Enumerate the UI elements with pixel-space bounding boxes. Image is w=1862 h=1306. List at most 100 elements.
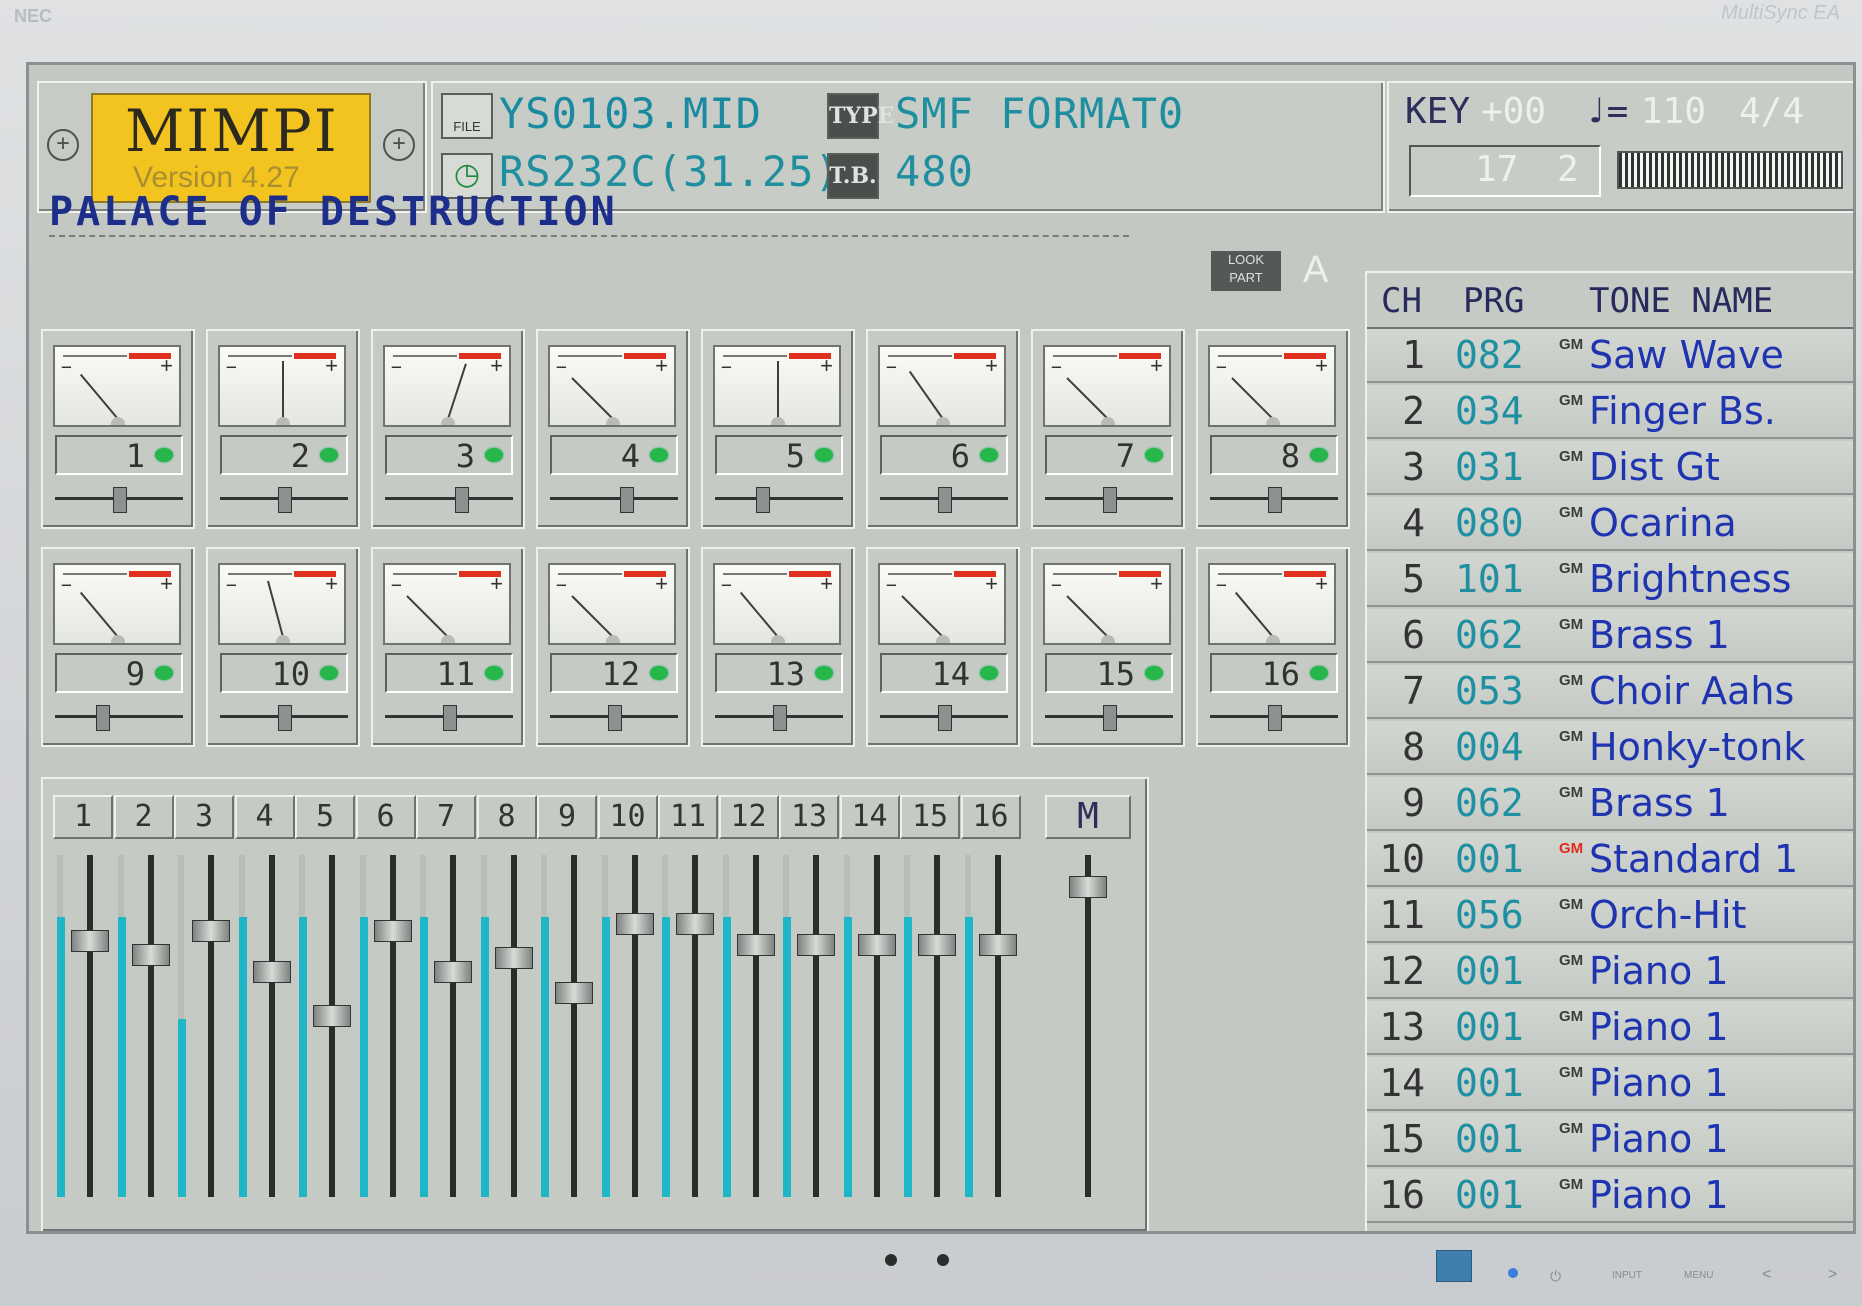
look-part-button[interactable]: LOOK PART [1211,251,1281,291]
channel-fader[interactable]: 4 [234,795,295,1215]
fader-knob[interactable] [192,920,230,942]
fader-knob[interactable] [252,961,291,983]
part-meter[interactable]: − +4 [536,329,690,529]
master-fader-knob[interactable] [1069,876,1107,898]
part-meter[interactable]: − +8 [1196,329,1350,529]
part-meter[interactable]: − +15 [1031,547,1185,747]
part-meter[interactable]: − +3 [371,329,525,529]
pan-slider[interactable] [715,485,843,513]
pan-knob[interactable] [756,487,770,513]
fader-knob[interactable] [857,934,896,956]
channel-fader[interactable]: 7 [416,795,476,1215]
fader-knob[interactable] [373,920,412,942]
pan-slider[interactable] [220,485,348,513]
pan-knob[interactable] [1103,705,1117,731]
channel-fader[interactable]: 16 [960,795,1021,1215]
pan-knob[interactable] [1268,487,1282,513]
pan-knob[interactable] [96,705,110,731]
table-row[interactable]: 10 001 GM Standard 1 [1367,833,1853,887]
pan-knob[interactable] [1268,705,1282,731]
pan-slider[interactable] [550,485,678,513]
pan-slider[interactable] [220,703,348,731]
table-row[interactable]: 1 082 GM Saw Wave [1367,329,1853,383]
channel-fader[interactable]: 9 [537,795,597,1215]
pan-slider[interactable] [550,703,678,731]
table-row[interactable]: 9 062 GM Brass 1 [1367,777,1853,831]
pan-knob[interactable] [938,705,952,731]
fader-knob[interactable] [797,934,835,956]
pan-knob[interactable] [443,705,457,731]
pan-slider[interactable] [880,703,1008,731]
channel-fader[interactable]: 5 [295,795,355,1215]
table-row[interactable]: 14 001 GM Piano 1 [1367,1057,1853,1111]
channel-fader[interactable]: 3 [174,795,234,1215]
part-meter[interactable]: − +14 [866,547,1020,747]
table-row[interactable]: 3 031 GM Dist Gt [1367,441,1853,495]
part-meter[interactable]: − +10 [206,547,360,747]
pan-knob[interactable] [278,487,292,513]
table-row[interactable]: 7 053 GM Choir Aahs [1367,665,1853,719]
pan-knob[interactable] [1103,487,1117,513]
channel-fader[interactable]: 13 [779,795,839,1215]
menu-button[interactable]: MENU [1684,1270,1713,1281]
part-meter[interactable]: − +11 [371,547,525,747]
input-button[interactable]: INPUT [1612,1270,1642,1281]
pan-slider[interactable] [1045,485,1173,513]
pan-knob[interactable] [113,487,127,513]
fader-knob[interactable] [978,934,1017,956]
fader-knob[interactable] [555,982,593,1004]
table-row[interactable]: 5 101 GM Brightness [1367,553,1853,607]
pan-slider[interactable] [55,485,183,513]
pan-knob[interactable] [620,487,634,513]
part-meter[interactable]: − +6 [866,329,1020,529]
part-meter[interactable]: − +16 [1196,547,1350,747]
prev-button[interactable]: < [1762,1266,1771,1284]
file-icon[interactable]: FILE [441,93,493,139]
next-button[interactable]: > [1828,1266,1837,1284]
power-icon[interactable]: ⏻ [1550,1268,1561,1285]
channel-fader[interactable]: 6 [355,795,416,1215]
pan-slider[interactable] [55,703,183,731]
pan-slider[interactable] [880,485,1008,513]
pan-knob[interactable] [608,705,622,731]
channel-fader[interactable]: 14 [839,795,900,1215]
part-meter[interactable]: − +9 [41,547,195,747]
part-meter[interactable]: − +7 [1031,329,1185,529]
fader-knob[interactable] [71,930,109,952]
fader-knob[interactable] [918,934,956,956]
pan-knob[interactable] [938,487,952,513]
table-row[interactable]: 15 001 GM Piano 1 [1367,1113,1853,1167]
part-meter[interactable]: − +1 [41,329,195,529]
pan-slider[interactable] [1210,703,1338,731]
channel-fader[interactable]: 11 [658,795,718,1215]
pan-slider[interactable] [715,703,843,731]
fader-knob[interactable] [494,947,533,969]
part-meter[interactable]: − +12 [536,547,690,747]
table-row[interactable]: 6 062 GM Brass 1 [1367,609,1853,663]
part-meter[interactable]: − +2 [206,329,360,529]
pan-knob[interactable] [278,705,292,731]
table-row[interactable]: 4 080 GM Ocarina [1367,497,1853,551]
pan-slider[interactable] [1210,485,1338,513]
channel-fader[interactable]: 12 [718,795,779,1215]
channel-fader[interactable]: 1 [53,795,113,1215]
channel-fader[interactable]: 10 [597,795,658,1215]
fader-knob[interactable] [434,961,472,983]
pan-knob[interactable] [773,705,787,731]
channel-fader[interactable]: 8 [476,795,537,1215]
fader-knob[interactable] [313,1005,351,1027]
table-row[interactable]: 12 001 GM Piano 1 [1367,945,1853,999]
part-meter[interactable]: − +13 [701,547,855,747]
fader-knob[interactable] [676,913,714,935]
fader-knob[interactable] [736,934,775,956]
fader-knob[interactable] [131,944,170,966]
pan-knob[interactable] [455,487,469,513]
table-row[interactable]: 16 001 GM Piano 1 [1367,1169,1853,1223]
pan-slider[interactable] [385,703,513,731]
pan-slider[interactable] [385,485,513,513]
channel-fader[interactable]: 15 [900,795,960,1215]
table-row[interactable]: 13 001 GM Piano 1 [1367,1001,1853,1055]
channel-fader[interactable]: 2 [113,795,174,1215]
part-meter[interactable]: − +5 [701,329,855,529]
table-row[interactable]: 11 056 GM Orch-Hit [1367,889,1853,943]
